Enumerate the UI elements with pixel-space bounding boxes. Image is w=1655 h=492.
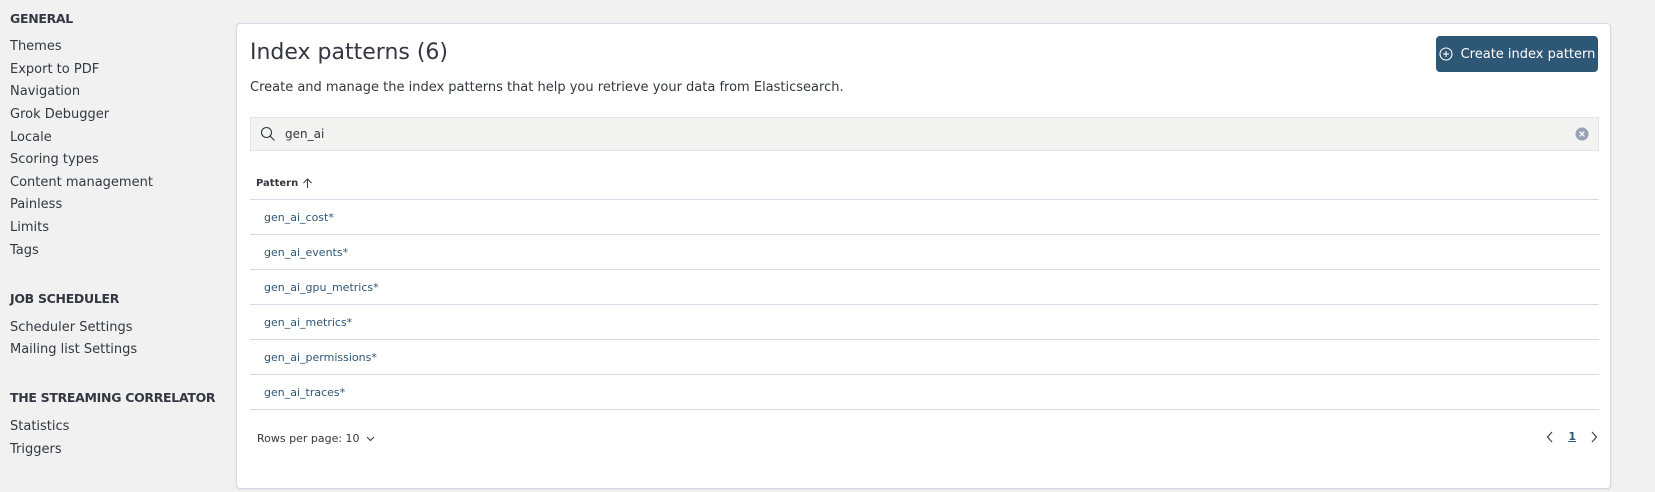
sidebar-item-navigation[interactable]: Navigation [10,84,80,99]
table-row: gen_ai_gpu_metrics* [250,270,1599,305]
section-title-streaming-correlator: THE STREAMING CORRELATOR [10,390,216,405]
pattern-link[interactable]: gen_ai_traces* [264,386,345,399]
pattern-link[interactable]: gen_ai_gpu_metrics* [264,281,379,294]
section-title-job-scheduler: JOB SCHEDULER [10,291,120,306]
sidebar: GENERAL Themes Export to PDF Navigation … [0,0,225,492]
plus-circle-icon [1439,47,1453,61]
sidebar-item-mailing-list-settings[interactable]: Mailing list Settings [10,342,137,357]
search-input[interactable] [285,118,1555,150]
pattern-link[interactable]: gen_ai_metrics* [264,316,352,329]
sidebar-item-themes[interactable]: Themes [10,39,62,54]
search-box [250,117,1599,151]
clear-icon[interactable] [1575,127,1589,141]
sidebar-item-triggers[interactable]: Triggers [10,442,62,457]
sidebar-item-limits[interactable]: Limits [10,220,49,235]
table-row: gen_ai_permissions* [250,340,1599,375]
table-row: gen_ai_events* [250,235,1599,270]
sidebar-item-export-to-pdf[interactable]: Export to PDF [10,62,99,77]
page-title: Index patterns (6) [250,40,449,65]
chevron-left-icon[interactable] [1546,431,1554,443]
sidebar-item-grok-debugger[interactable]: Grok Debugger [10,107,109,122]
table-row: gen_ai_cost* [250,200,1599,235]
table-row: gen_ai_metrics* [250,305,1599,340]
sidebar-item-locale[interactable]: Locale [10,130,52,145]
sidebar-item-statistics[interactable]: Statistics [10,419,69,434]
sidebar-item-tags[interactable]: Tags [10,243,39,258]
column-header-label: Pattern [256,178,299,189]
chevron-down-icon [366,436,374,441]
column-header-pattern[interactable]: Pattern [256,178,313,189]
pattern-link[interactable]: gen_ai_permissions* [264,351,377,364]
pagination: 1 [1546,430,1598,443]
chevron-right-icon[interactable] [1590,431,1598,443]
section-title-general: GENERAL [10,11,73,26]
index-patterns-panel: Index patterns (6) Create and manage the… [236,23,1611,489]
sidebar-item-scheduler-settings[interactable]: Scheduler Settings [10,320,133,335]
pattern-link[interactable]: gen_ai_events* [264,246,348,259]
search-icon [260,126,275,141]
rows-per-page-selector[interactable]: Rows per page: 10 [257,432,375,445]
create-index-pattern-label: Create index pattern [1460,46,1596,62]
page-description: Create and manage the index patterns tha… [250,80,844,95]
create-index-pattern-button[interactable]: Create index pattern [1436,36,1598,72]
table-row: gen_ai_traces* [250,375,1599,410]
sidebar-item-painless[interactable]: Painless [10,197,62,212]
pattern-link[interactable]: gen_ai_cost* [264,211,334,224]
sidebar-item-scoring-types[interactable]: Scoring types [10,152,99,167]
rows-per-page-label: Rows per page: 10 [257,432,360,445]
page-number-button[interactable]: 1 [1568,430,1576,443]
arrow-up-icon [303,178,313,188]
sidebar-item-content-management[interactable]: Content management [10,175,153,190]
